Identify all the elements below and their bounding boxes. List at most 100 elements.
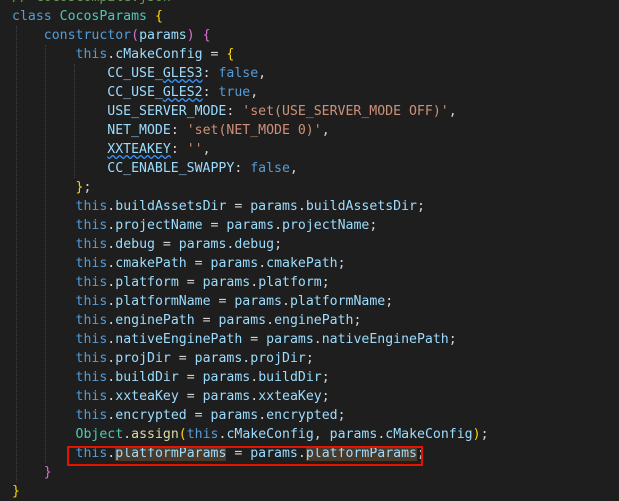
code-line[interactable]: this.platform = params.platform; (12, 273, 330, 292)
code-line[interactable]: // CocosCompile.json (12, 0, 171, 7)
code-token: . (274, 218, 283, 233)
code-editor[interactable]: // CocosCompile.jsonclass CocosParams { … (0, 0, 619, 501)
code-token: . (313, 332, 322, 347)
code-line[interactable]: this.projectName = params.projectName; (12, 216, 378, 235)
code-token: = (154, 237, 179, 252)
code-line[interactable]: this.nativeEnginePath = params.nativeEng… (12, 330, 457, 349)
code-token: this (75, 256, 108, 271)
code-token: CC_USE_ (107, 66, 163, 81)
code-token: platformName (115, 294, 211, 309)
code-token: . (266, 313, 275, 328)
code-token: projDir (250, 351, 306, 366)
code-token: ; (337, 256, 346, 271)
code-token: = (170, 351, 195, 366)
code-line[interactable]: } (12, 482, 20, 501)
code-token: this (75, 47, 108, 62)
code-line[interactable]: CC_ENABLE_SWAPPY: false, (12, 159, 298, 178)
code-token: ; (305, 351, 314, 366)
code-line[interactable]: this.buildAssetsDir = params.buildAssets… (12, 197, 425, 216)
code-token: this (75, 237, 108, 252)
code-token: nativeEnginePath (321, 332, 449, 347)
code-token: ( (178, 427, 187, 442)
code-token: params (202, 370, 251, 385)
code-token: = (186, 256, 211, 271)
code-token: , (258, 66, 267, 81)
code-token: GLES2 (162, 85, 203, 100)
code-token: ; (83, 180, 92, 195)
code-line[interactable]: }; (12, 178, 92, 197)
code-line[interactable]: } (12, 463, 52, 482)
code-token: cMakeConfig (385, 427, 473, 442)
code-token: this (75, 313, 108, 328)
code-token: : (226, 104, 243, 119)
code-token: nativeEnginePath (115, 332, 243, 347)
code-token: this (75, 275, 108, 290)
code-token: enginePath (115, 313, 195, 328)
code-line[interactable]: CC_USE_GLES2: true, (12, 83, 258, 102)
code-token: CC_ENABLE_SWAPPY (107, 161, 235, 176)
code-token: . (250, 370, 259, 385)
code-token: params (234, 294, 282, 309)
code-token: = (194, 313, 219, 328)
code-token: params (139, 28, 187, 43)
code-token: , (250, 85, 259, 100)
code-token: platform (115, 275, 179, 290)
code-token: { (202, 28, 211, 43)
code-token: { (226, 47, 235, 62)
code-token: params (210, 408, 259, 423)
code-token: 'set(USE_SERVER_MODE OFF)' (242, 104, 449, 119)
code-token: params (202, 275, 251, 290)
code-token: assign (131, 427, 179, 442)
code-line[interactable]: this.enginePath = params.enginePath; (12, 311, 362, 330)
code-token: debug (234, 237, 275, 252)
code-token: Object (75, 427, 124, 442)
code-token: params (226, 218, 275, 233)
code-token: '' (186, 142, 203, 157)
code-token: buildDir (115, 370, 179, 385)
code-token: = (242, 332, 267, 347)
code-line[interactable]: constructor(params) { (12, 26, 211, 45)
code-line[interactable]: this.cMakeConfig = { (12, 45, 235, 64)
code-line[interactable]: this.buildDir = params.buildDir; (12, 368, 330, 387)
code-token: cMakeConfig (115, 47, 203, 62)
code-line[interactable]: this.xxteaKey = params.xxteaKey; (12, 387, 330, 406)
code-token: projectName (282, 218, 370, 233)
code-line[interactable]: NET_MODE: 'set(NET_MODE 0)', (12, 121, 329, 140)
code-token: ; (353, 313, 362, 328)
code-token: class (12, 9, 60, 24)
code-token: = (186, 408, 211, 423)
code-line[interactable]: Object.assign(this.cMakeConfig, params.c… (12, 425, 489, 444)
code-line[interactable]: this.cmakePath = params.cmakePath; (12, 254, 346, 273)
code-token: ) (472, 427, 481, 442)
code-token: cmakePath (115, 256, 187, 271)
code-line[interactable]: USE_SERVER_MODE: 'set(USE_SERVER_MODE OF… (12, 102, 456, 121)
code-line[interactable]: this.debug = params.debug; (12, 235, 283, 254)
code-token: GLES3 (162, 66, 203, 81)
code-token: = (202, 47, 227, 62)
code-token: ; (369, 218, 378, 233)
code-line[interactable]: this.encrypted = params.encrypted; (12, 406, 346, 425)
code-token: platformName (289, 294, 386, 309)
code-token: = (178, 275, 203, 290)
code-line[interactable]: class CocosParams { (12, 7, 163, 26)
code-line[interactable]: CC_USE_GLES3: false, (12, 64, 266, 83)
code-token: ; (385, 294, 394, 309)
code-token: ( (131, 28, 140, 43)
code-line[interactable]: XXTEAKEY: '', (12, 140, 210, 159)
code-line[interactable]: this.platformName = params.platformName; (12, 292, 394, 311)
code-line[interactable]: this.projDir = params.projDir; (12, 349, 314, 368)
